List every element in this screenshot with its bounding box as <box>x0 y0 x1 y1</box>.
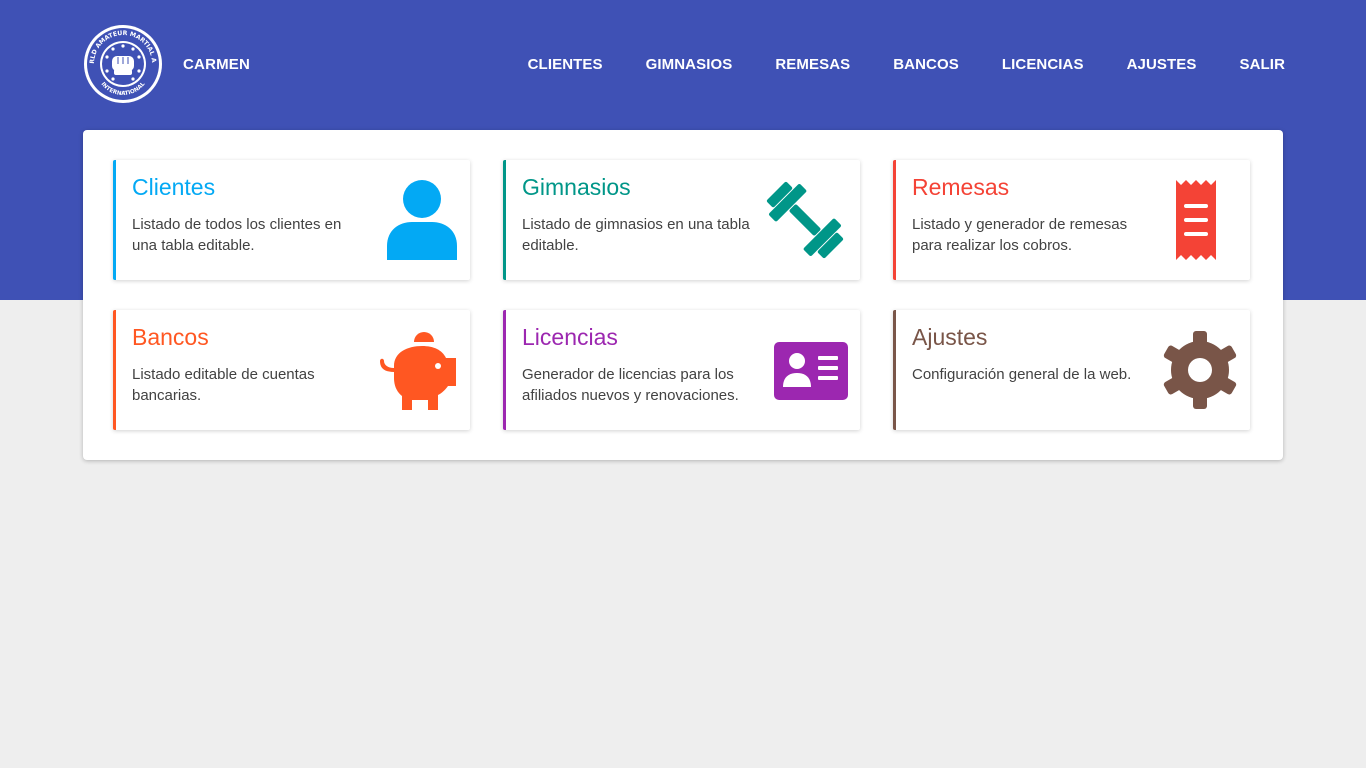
app-header: WORLD AMATEUR MARTIAL ARTS INTERNATIONAL… <box>0 0 1366 130</box>
nav-clientes[interactable]: CLIENTES <box>528 56 603 73</box>
card-gimnasios[interactable]: Gimnasios Listado de gimnasios en una ta… <box>503 160 860 280</box>
id-card-icon <box>762 328 848 412</box>
card-title: Remesas <box>912 174 1010 200</box>
card-description: Listado editable de cuentas bancarias. <box>132 366 315 404</box>
user-name: CARMEN <box>183 56 251 73</box>
nav-ajustes[interactable]: AJUSTES <box>1127 56 1197 73</box>
card-description: Configuración general de la web. <box>912 366 1132 383</box>
card-clientes[interactable]: Clientes Listado de todos los clientes e… <box>113 160 470 280</box>
gear-icon <box>1152 328 1238 412</box>
dashboard-panel: Clientes Listado de todos los clientes e… <box>83 130 1283 460</box>
card-title: Gimnasios <box>522 174 631 200</box>
nav-gimnasios[interactable]: GIMNASIOS <box>646 56 733 73</box>
card-licencias[interactable]: Licencias Generador de licencias para lo… <box>503 310 860 430</box>
dumbbell-icon <box>762 178 848 262</box>
card-description: Generador de licencias para los afiliado… <box>522 366 739 404</box>
user-icon <box>372 178 458 262</box>
nav-licencias[interactable]: LICENCIAS <box>1002 56 1084 73</box>
main-nav: CLIENTES GIMNASIOS REMESAS BANCOS LICENC… <box>485 56 1285 73</box>
logo[interactable]: WORLD AMATEUR MARTIAL ARTS INTERNATIONAL <box>80 19 163 104</box>
card-bancos[interactable]: Bancos Listado editable de cuentas banca… <box>113 310 470 430</box>
nav-salir[interactable]: SALIR <box>1240 56 1286 73</box>
card-remesas[interactable]: Remesas Listado y generador de remesas p… <box>893 160 1250 280</box>
nav-remesas[interactable]: REMESAS <box>775 56 850 73</box>
piggy-bank-icon <box>372 328 458 412</box>
card-ajustes[interactable]: Ajustes Configuración general de la web. <box>893 310 1250 430</box>
card-title: Clientes <box>132 174 216 200</box>
receipt-icon <box>1152 178 1238 262</box>
card-description: Listado de gimnasios en una tabla editab… <box>522 216 750 254</box>
nav-bancos[interactable]: BANCOS <box>893 56 959 73</box>
card-description: Listado y generador de remesas para real… <box>912 216 1128 254</box>
card-description: Listado de todos los clientes en una tab… <box>132 216 342 254</box>
card-title: Licencias <box>522 324 618 350</box>
logo-emblem-icon: WORLD AMATEUR MARTIAL ARTS INTERNATIONAL <box>80 19 162 103</box>
card-title: Ajustes <box>912 324 988 350</box>
card-title: Bancos <box>132 324 209 350</box>
